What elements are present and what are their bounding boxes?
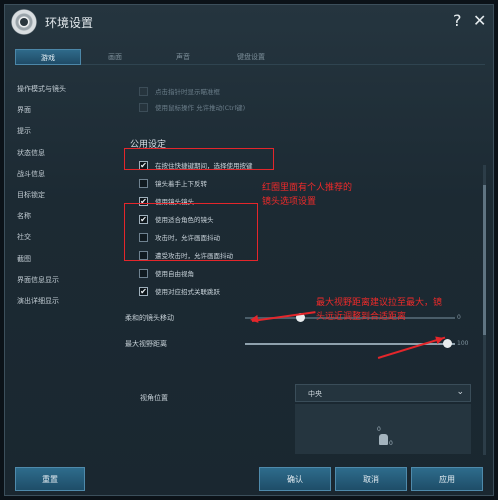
window-title: 环境设置 (45, 16, 94, 30)
chevron-down-icon: ⌄ (456, 387, 464, 397)
annotation-box (124, 203, 258, 261)
ok-button[interactable]: 确认 (259, 467, 331, 491)
preview-value: 0 (389, 440, 393, 447)
sidebar-item-interface[interactable]: 界面 (17, 100, 113, 121)
annotation-note: 最大视野距离建议拉至最大，镜头远近调整到合适距离 (316, 298, 443, 322)
annotation-box (124, 148, 274, 170)
option-row[interactable]: 使用鼠标操作 允许推动(Ctrl键) (139, 101, 245, 113)
sidebar-item-social[interactable]: 社交 (17, 227, 113, 248)
annotation-arrow-head (249, 314, 259, 324)
sidebar-item-hints[interactable]: 提示 (17, 121, 113, 142)
checkbox[interactable] (139, 102, 148, 112)
checkbox[interactable] (139, 268, 148, 278)
preview-value: 0 (377, 426, 381, 433)
option-row[interactable]: ✔ 使用对应招式关联跳跃 (139, 285, 220, 297)
help-button[interactable]: ? (453, 11, 462, 30)
checkbox-checked[interactable]: ✔ (139, 286, 148, 296)
sidebar-item-ui-info[interactable]: 界面信息显示 (17, 270, 113, 291)
camera-position-label: 视角位置 (140, 394, 168, 402)
option-label: 点击指针时显示瞄准框 (155, 88, 220, 96)
settings-content: 点击指针时显示瞄准框 使用鼠标操作 允许推动(Ctrl键) 公用设定 ✔ 在按住… (125, 75, 475, 455)
slider-value: 100 (457, 340, 469, 347)
scrollbar-thumb[interactable] (483, 185, 486, 335)
sidebar-item-target[interactable]: 目标锁定 (17, 185, 113, 206)
option-label: 使用对应招式关联跳跃 (155, 288, 220, 296)
tab-bar-rest (285, 49, 485, 65)
option-row[interactable]: 使用自由视角 (139, 267, 194, 279)
apply-button[interactable]: 应用 (411, 467, 483, 491)
camera-preview: 0 0 (295, 404, 471, 454)
dropdown-value: 中央 (308, 390, 322, 398)
option-label: 使用鼠标操作 允许推动(Ctrl键) (155, 104, 246, 112)
sidebar-item-combat[interactable]: 战斗信息 (17, 164, 113, 185)
annotation-note: 红圈里面有个人推荐的镜头选项设置 (262, 183, 353, 207)
close-button[interactable]: ✕ (473, 11, 486, 30)
tab-keyboard[interactable]: 键盘设置 (217, 49, 285, 65)
option-label: 使用自由视角 (155, 270, 194, 278)
slider-label: 柔和的镜头移动 (125, 314, 174, 322)
character-icon (379, 434, 388, 445)
checkbox[interactable] (139, 86, 148, 96)
sidebar-item-performance[interactable]: 演出详细显示 (17, 291, 113, 312)
titlebar: 环境设置 ? ✕ (5, 5, 493, 39)
cancel-button[interactable]: 取消 (335, 467, 407, 491)
reset-button[interactable]: 重置 (15, 467, 85, 491)
tab-game[interactable]: 游戏 (15, 49, 81, 65)
slider-label: 最大视野距离 (125, 340, 167, 348)
sidebar: 操作模式与镜头 界面 提示 状态信息 战斗信息 目标锁定 名称 社交 截图 界面… (17, 79, 113, 312)
option-row[interactable]: 点击指针时显示瞄准框 (139, 85, 220, 97)
scrollbar[interactable] (483, 165, 486, 455)
sidebar-item-status[interactable]: 状态信息 (17, 143, 113, 164)
camera-position-dropdown[interactable]: 中央 ⌄ (295, 384, 471, 402)
tab-bar: 游戏 画面 声音 键盘设置 (15, 49, 485, 65)
tab-graphics[interactable]: 画面 (81, 49, 149, 65)
sidebar-item-screenshot[interactable]: 截图 (17, 249, 113, 270)
sidebar-item-names[interactable]: 名称 (17, 206, 113, 227)
checkbox[interactable] (139, 178, 148, 188)
option-row[interactable]: 镜头着手上下反转 (139, 177, 207, 189)
sidebar-item-control-camera[interactable]: 操作模式与镜头 (17, 79, 113, 100)
game-logo-icon (11, 9, 37, 35)
tab-sound[interactable]: 声音 (149, 49, 217, 65)
slider-value: 0 (457, 314, 461, 321)
option-label: 镜头着手上下反转 (155, 180, 207, 188)
